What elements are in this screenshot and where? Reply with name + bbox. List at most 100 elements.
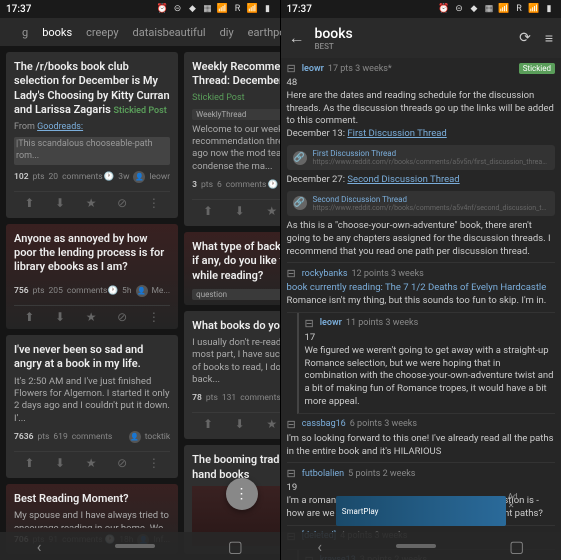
signal2-icon: 📶 [247,3,259,15]
comment-user[interactable]: cassbag16 [302,419,346,429]
feed-column-right: Weekly Recommendation Thread: December 2… [184,52,279,554]
upvote-icon[interactable]: ⬆ [203,204,213,218]
refresh-icon[interactable]: ⟳ [519,30,531,47]
tab-creepy[interactable]: creepy [86,26,118,39]
post-body: I usually don't re-read books. For the m… [192,337,279,386]
comments-list[interactable]: ⊟leowr17 pts 3 weeks*Stickied 48 Here ar… [281,58,561,560]
collapse-icon[interactable]: ⊟ [287,62,296,75]
upvote-icon[interactable]: ⬆ [24,196,34,210]
hide-icon[interactable]: ⊘ [117,310,127,324]
feed-column-left: The /r/books book club selection for Dec… [6,52,178,554]
roaming-text: R [232,3,244,15]
goodreads-link[interactable]: Goodreads: [37,122,83,132]
status-time: 17:37 [6,4,31,15]
comment-body: Romance isn't my thing, but this sounds … [287,295,556,308]
wifi-icon: ◆ [187,3,199,15]
nav-home-pill[interactable] [115,544,155,548]
save-icon[interactable]: ★ [266,204,277,218]
link-icon: 🔗 [293,151,307,165]
downvote-icon[interactable]: ⬇ [55,310,65,324]
header-title: books BEST [315,26,510,51]
status-icons: ⏰ ⊝ ◆ ▦ 📶 R 📶 ▮ [438,3,555,15]
subreddit-tabbar[interactable]: g books creepy dataisbeautiful diy earth… [0,18,280,46]
comment-user[interactable]: leowr [320,318,342,328]
hide-icon[interactable]: ⊘ [117,456,127,470]
post-actions: ⬆⬇★⊘⋮ [192,199,279,218]
collapse-icon[interactable]: ⊟ [305,317,314,330]
post-card[interactable]: What books do you reread? I usually don'… [184,311,279,440]
post-title: The /r/books book club selection for Dec… [14,60,170,118]
post-body: Welcome to our weekly recommendation thr… [192,124,279,173]
comment-meta: 17 pts 3 weeks* [328,64,392,74]
post-title: What books do you reread? [192,319,279,333]
clock-icon: 🕐 [268,180,279,190]
alarm-icon: ⏰ [438,3,450,15]
save-icon[interactable]: ★ [86,196,97,210]
hide-icon[interactable]: ⊘ [117,196,127,210]
downvote-icon[interactable]: ⬇ [55,456,65,470]
upvote-icon[interactable]: ⬆ [24,310,34,324]
nav-back-icon[interactable]: ‹ [317,537,322,556]
post-card[interactable]: Anyone as annoyed by how poor the lendin… [6,224,178,329]
save-icon[interactable]: ★ [86,310,97,324]
comment-user[interactable]: futbolalien [302,469,344,479]
thread-header: ← books BEST ⟳ ≡ [281,18,561,58]
nav-recent-icon[interactable]: ▢ [228,537,243,556]
comment-schedule: December 13: First Discussion Thread [287,128,556,141]
post-footer: 102pts 20 comments 🕐3w👤leowr [14,171,170,183]
post-card[interactable]: I've never been so sad and angry at a bo… [6,335,178,478]
post-card[interactable]: Weekly Recommendation Thread: December 2… [184,52,279,226]
phone-left: 17:37 ⏰ ⊝ ◆ ▦ 📶 R 📶 ▮ g books creepy dat… [0,0,281,560]
collapse-icon[interactable]: ⊟ [287,267,296,280]
nfc-icon: ▦ [483,3,495,15]
comment[interactable]: ⊟cassbag166 points 3 weeks I'm so lookin… [287,414,556,464]
comment-user[interactable]: rockybanks [302,269,348,279]
comment-user[interactable]: leowr [302,64,324,74]
link-preview[interactable]: 🔗First Discussion Threadhttps://www.redd… [287,145,556,170]
post-title: Best Reading Moment? [14,492,170,506]
downvote-icon[interactable]: ⬇ [55,196,65,210]
nav-home-pill[interactable] [396,544,436,548]
more-icon[interactable]: ⋮ [148,456,160,470]
collapse-icon[interactable]: ⊟ [287,467,296,480]
comment[interactable]: ⊟leowr17 pts 3 weeks*Stickied 48 Here ar… [287,58,556,263]
tab-books[interactable]: books [42,26,72,39]
tab-dataisbeautiful[interactable]: dataisbeautiful [133,26,206,39]
ad-close-icon[interactable]: Ad ✕ [508,495,520,507]
back-arrow-icon[interactable]: ← [289,28,305,48]
clock-icon: 🕐 [107,286,118,296]
upvote-icon[interactable]: ⬆ [203,417,213,431]
status-time: 17:37 [287,4,312,15]
sort-label[interactable]: BEST [315,42,510,51]
upvote-icon[interactable]: ⬆ [24,456,34,470]
tab-diy[interactable]: diy [220,26,234,39]
nav-back-icon[interactable]: ‹ [37,537,42,556]
nav-recent-icon[interactable]: ▢ [509,537,524,556]
save-icon[interactable]: ★ [266,417,277,431]
comment[interactable]: ⊟rockybanks12 points 3 weeks book curren… [287,263,556,313]
sort-icon[interactable]: ≡ [545,30,553,47]
discussion-link[interactable]: Second Discussion Thread [347,174,459,185]
comment-body: I'm so looking forward to this one! I've… [287,433,556,459]
post-body: From Goodreads: [14,122,170,134]
clock-icon: 🕐 [104,172,115,182]
signal2-icon: 📶 [528,3,540,15]
post-card[interactable]: The /r/books book club selection for Dec… [6,52,178,218]
post-footer: 7636pts 619 comments 👤tocktik [14,431,170,443]
post-card[interactable]: What type of background music, if any, d… [184,232,279,305]
downvote-icon[interactable]: ⬇ [235,204,245,218]
stickied-badge: Stickied [519,63,555,74]
stickied-label: Stickied Post [114,106,167,116]
comment[interactable]: ⊟leowr11 points 3 weeks 17 We figured we… [297,313,556,414]
save-icon[interactable]: ★ [86,456,97,470]
ad-banner[interactable]: SmartPlay Ad ✕ [336,496,506,526]
collapse-icon[interactable]: ⊟ [287,418,296,431]
nav-bar: ‹ ▢ [281,532,561,560]
discussion-link[interactable]: First Discussion Thread [347,128,446,139]
more-icon[interactable]: ⋮ [148,310,160,324]
link-preview[interactable]: 🔗Second Discussion Threadhttps://www.red… [287,191,556,216]
tab-g[interactable]: g [22,26,28,39]
downvote-icon[interactable]: ⬇ [235,417,245,431]
fab-button[interactable]: ⋮ [226,478,258,510]
more-icon[interactable]: ⋮ [148,196,160,210]
